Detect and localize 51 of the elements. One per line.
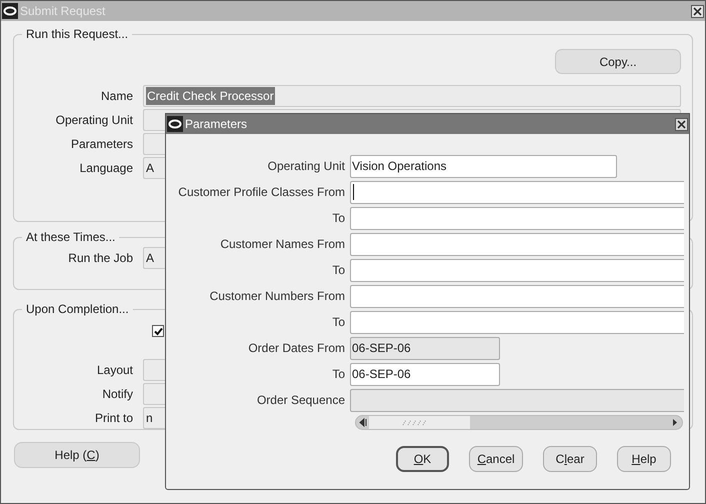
input-field[interactable]: Vision Operations bbox=[350, 154, 617, 178]
input-field[interactable] bbox=[350, 206, 684, 230]
dialog-button[interactable]: Clear bbox=[543, 446, 597, 472]
field-label: Name bbox=[100, 88, 134, 105]
field-label: To bbox=[331, 366, 346, 383]
close-icon[interactable] bbox=[691, 4, 704, 18]
input-field[interactable]: 06-SEP-06 bbox=[350, 362, 500, 386]
input-field[interactable] bbox=[350, 232, 684, 256]
field-label: To bbox=[331, 262, 346, 279]
input-field[interactable]: Credit Check Processor bbox=[143, 85, 681, 107]
field-label: Print to bbox=[94, 410, 134, 427]
horizontal-scrollbar[interactable] bbox=[355, 414, 683, 430]
dialog-button[interactable]: OK bbox=[396, 446, 449, 472]
field-label: Run the Job bbox=[67, 250, 134, 267]
field-label: Order Sequence bbox=[256, 392, 346, 409]
help-button[interactable]: Help (C) bbox=[14, 442, 140, 468]
field-value: Credit Check Processor bbox=[146, 87, 275, 105]
field-label: Notify bbox=[101, 386, 134, 403]
checkbox[interactable] bbox=[152, 325, 164, 337]
field-label: Parameters bbox=[70, 136, 134, 153]
field-value: A bbox=[146, 250, 154, 267]
field-value: 06-SEP-06 bbox=[352, 366, 411, 383]
field-label: Customer Profile Classes From bbox=[177, 184, 346, 201]
field-label: Order Dates From bbox=[247, 340, 346, 357]
field-label: Customer Numbers From bbox=[208, 288, 346, 305]
group-title: Run this Request... bbox=[25, 26, 130, 43]
field-value: n bbox=[146, 410, 153, 427]
window-title: Parameters bbox=[185, 116, 248, 133]
field-value: Vision Operations bbox=[352, 158, 446, 175]
input-field[interactable] bbox=[350, 310, 684, 334]
copy-button[interactable]: Copy... bbox=[555, 49, 681, 74]
field-value: A bbox=[146, 160, 154, 177]
field-label: Customer Names From bbox=[219, 236, 346, 253]
check-icon bbox=[154, 326, 162, 336]
input-field[interactable] bbox=[350, 180, 684, 204]
group-title: At these Times... bbox=[25, 229, 116, 246]
group-title: Upon Completion... bbox=[25, 301, 130, 318]
close-icon[interactable] bbox=[675, 118, 688, 130]
dialog-button[interactable]: Help bbox=[617, 446, 671, 472]
app-logo-icon bbox=[167, 116, 183, 132]
field-label: Operating Unit bbox=[54, 112, 134, 129]
input-field[interactable] bbox=[350, 284, 684, 308]
dialog-button[interactable]: Cancel bbox=[469, 446, 523, 472]
field-value: 06-SEP-06 bbox=[352, 340, 411, 357]
field-label: Layout bbox=[96, 362, 134, 379]
field-label: Operating Unit bbox=[266, 158, 346, 175]
app-logo-icon bbox=[2, 3, 18, 19]
input-field[interactable] bbox=[350, 258, 684, 282]
field-label: Language bbox=[78, 160, 134, 177]
field-label: To bbox=[331, 210, 346, 227]
field-label: To bbox=[331, 314, 346, 331]
